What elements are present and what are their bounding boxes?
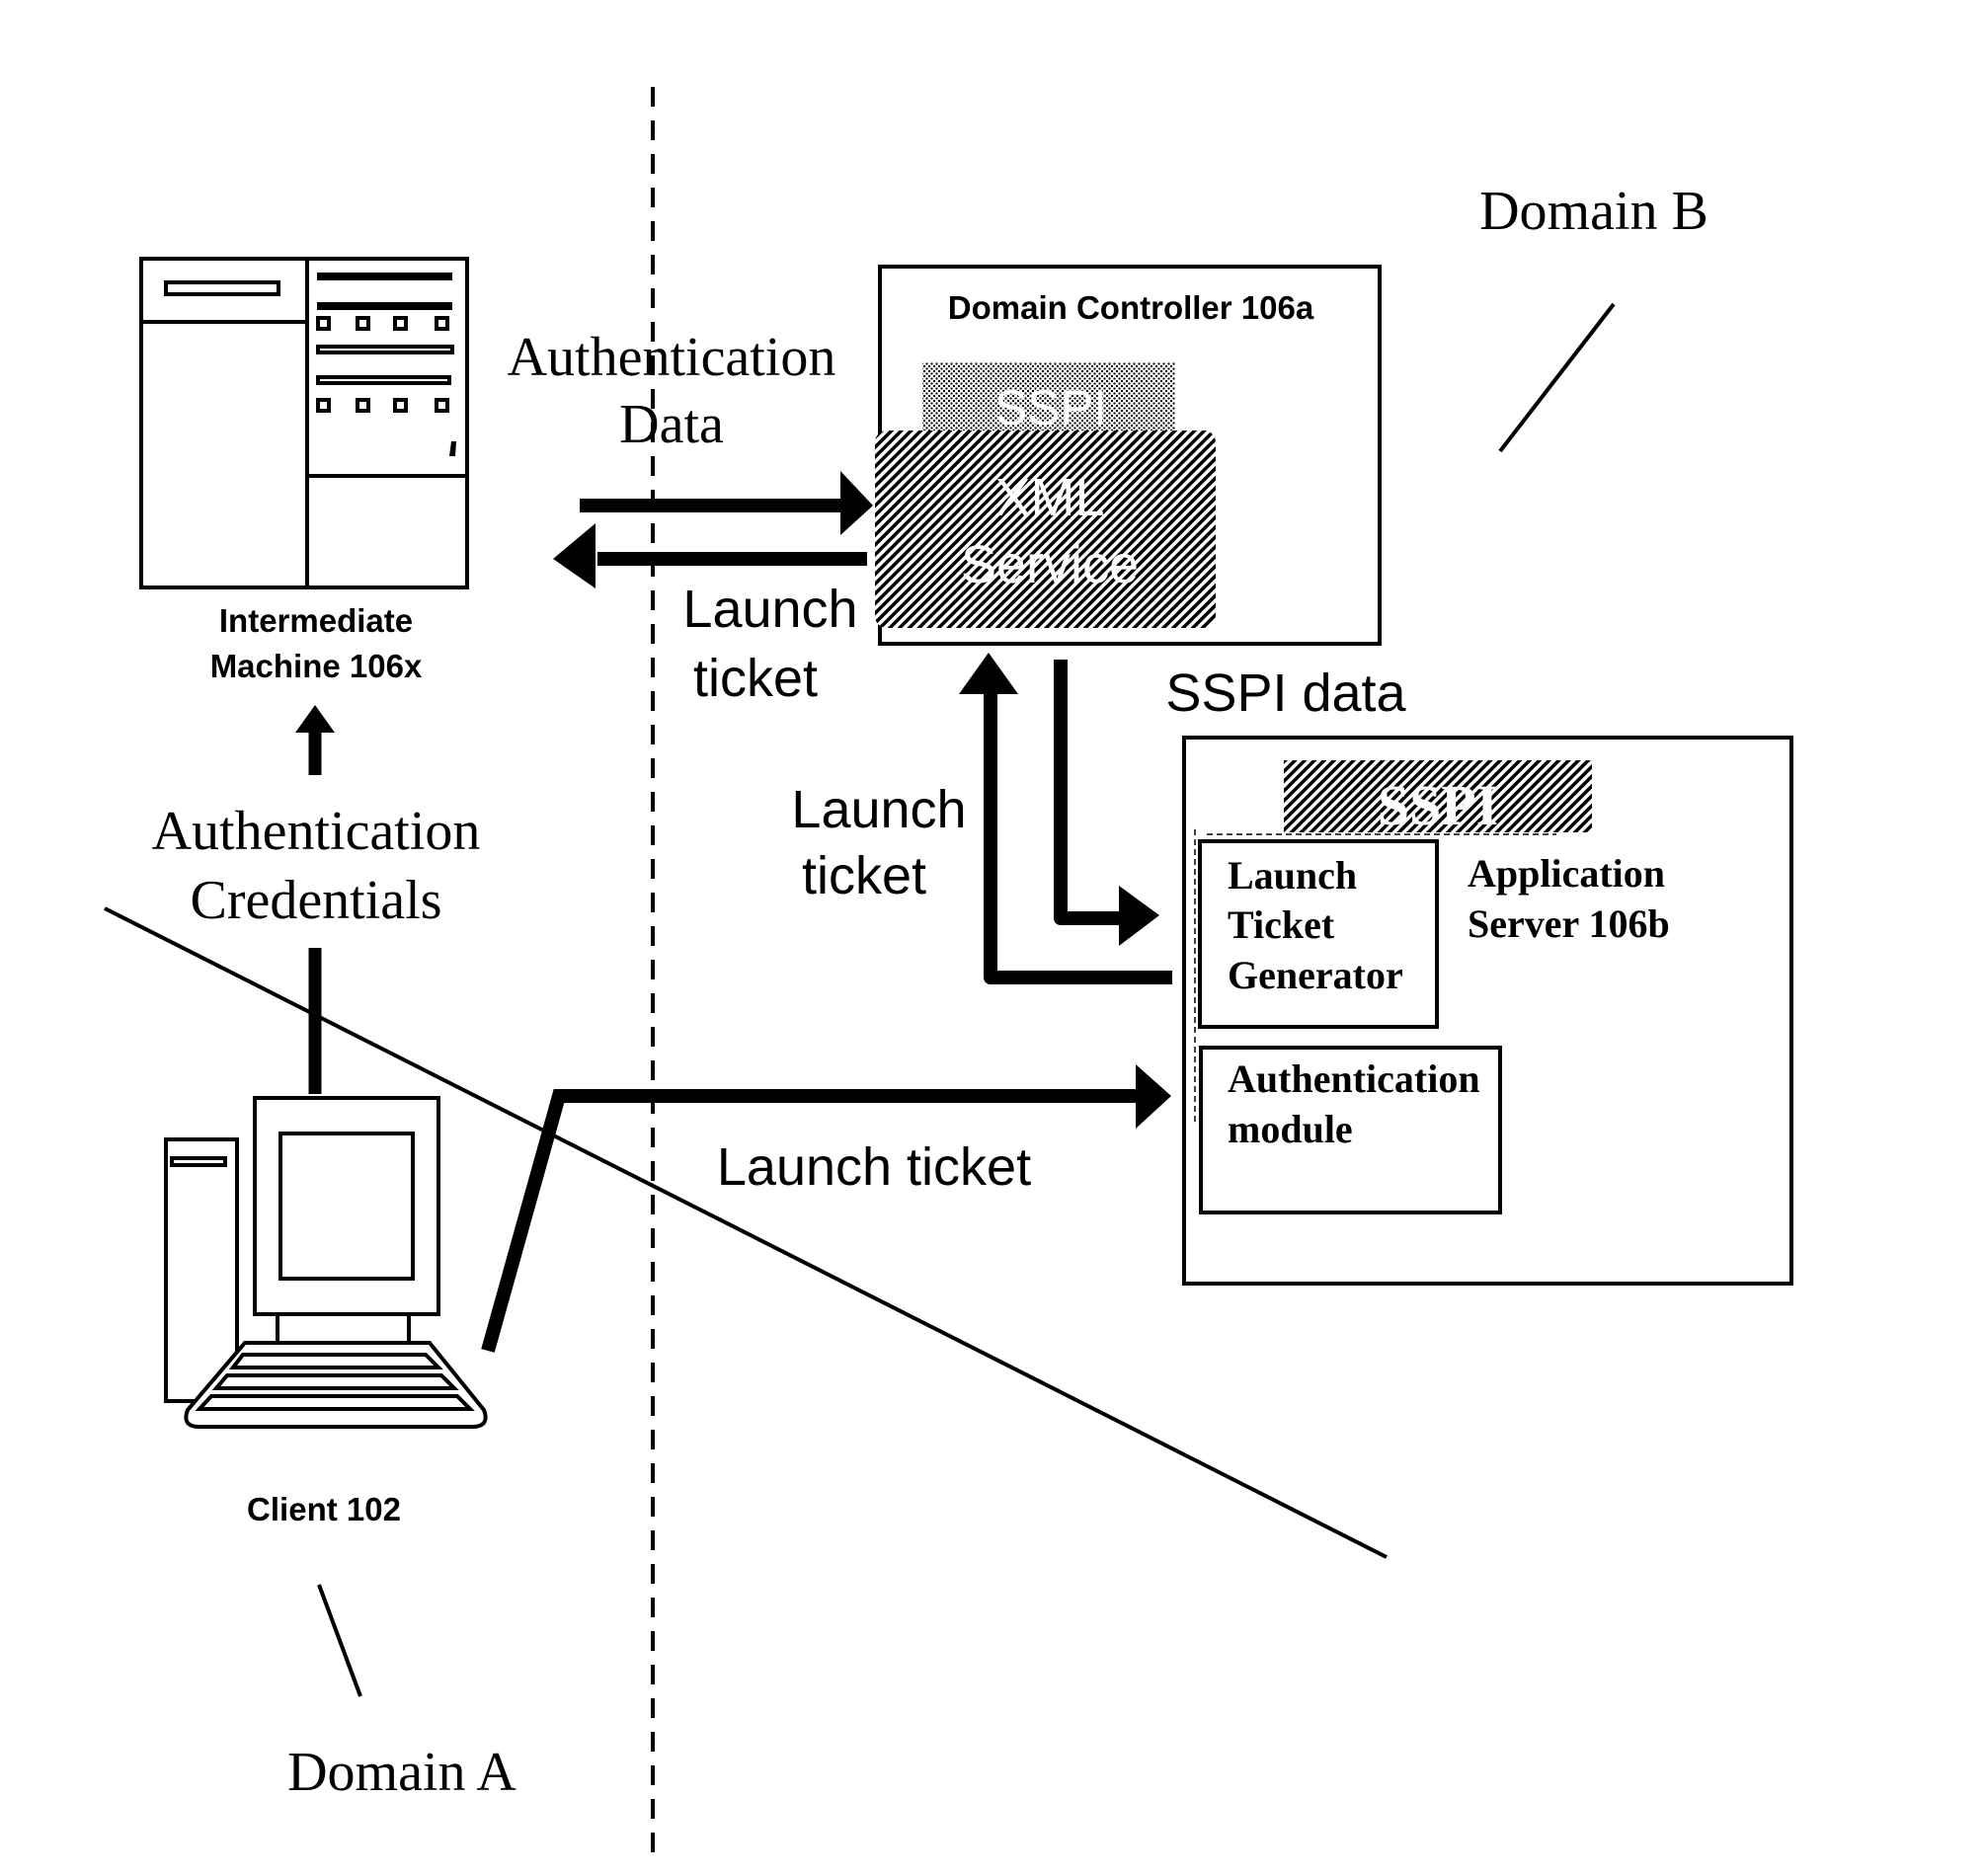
auth-module-label-line1: Authentication <box>1228 1056 1480 1101</box>
domain-b-label: Domain B <box>1479 181 1708 242</box>
launch-ticket-return-label-line2: ticket <box>693 649 818 708</box>
app-server-label-line2: Server 106b <box>1468 901 1670 946</box>
intermediate-machine-label-line2: Machine 106x <box>210 648 423 684</box>
launch-ticket-return-label-line1: Launch <box>682 580 857 639</box>
app-server-label-line1: Application <box>1468 851 1665 896</box>
intermediate-machine-label-line1: Intermediate <box>219 602 413 639</box>
domain-a-label: Domain A <box>287 1742 516 1803</box>
intermediate-machine-icon <box>139 257 469 589</box>
domain-a-leader <box>317 1584 362 1697</box>
auth-credentials-label-line1: Authentication <box>152 801 481 862</box>
app-sspi-label: SSPI <box>1378 773 1499 837</box>
diagram-canvas: Domain B Domain A Intermediate Machine 1… <box>104 87 1793 1856</box>
client-computer-icon <box>164 1096 488 1429</box>
domain-b-leader <box>1498 302 1616 453</box>
ltg-label-line3: Generator <box>1228 953 1403 997</box>
launch-ticket-up-label-line2: ticket <box>802 846 926 905</box>
sspi-data-arrow <box>1054 660 1159 946</box>
xml-service-block <box>875 430 1216 628</box>
domain-controller-title: Domain Controller 106a <box>948 289 1314 326</box>
dc-sspi-label: SSPI <box>994 380 1107 435</box>
auth-data-label-line2: Data <box>619 394 724 455</box>
auth-data-label-line1: Authentication <box>508 327 836 388</box>
client-launch-ticket-label: Launch ticket <box>717 1137 1031 1197</box>
ltg-label-line2: Ticket <box>1228 902 1335 947</box>
auth-credentials-label-line2: Credentials <box>190 870 441 931</box>
xml-service-label-line1: XML <box>994 468 1104 527</box>
auth-data-arrow <box>580 471 873 535</box>
launch-ticket-up-label-line1: Launch <box>791 780 966 839</box>
ltg-label-line1: Launch <box>1228 853 1357 898</box>
xml-service-label-line2: Service <box>961 535 1139 594</box>
auth-module-label-line2: module <box>1228 1107 1353 1151</box>
sspi-data-label: SSPI data <box>1165 664 1406 723</box>
client-launch-ticket-arrow <box>481 1064 1171 1353</box>
client-label: Client 102 <box>247 1491 401 1527</box>
